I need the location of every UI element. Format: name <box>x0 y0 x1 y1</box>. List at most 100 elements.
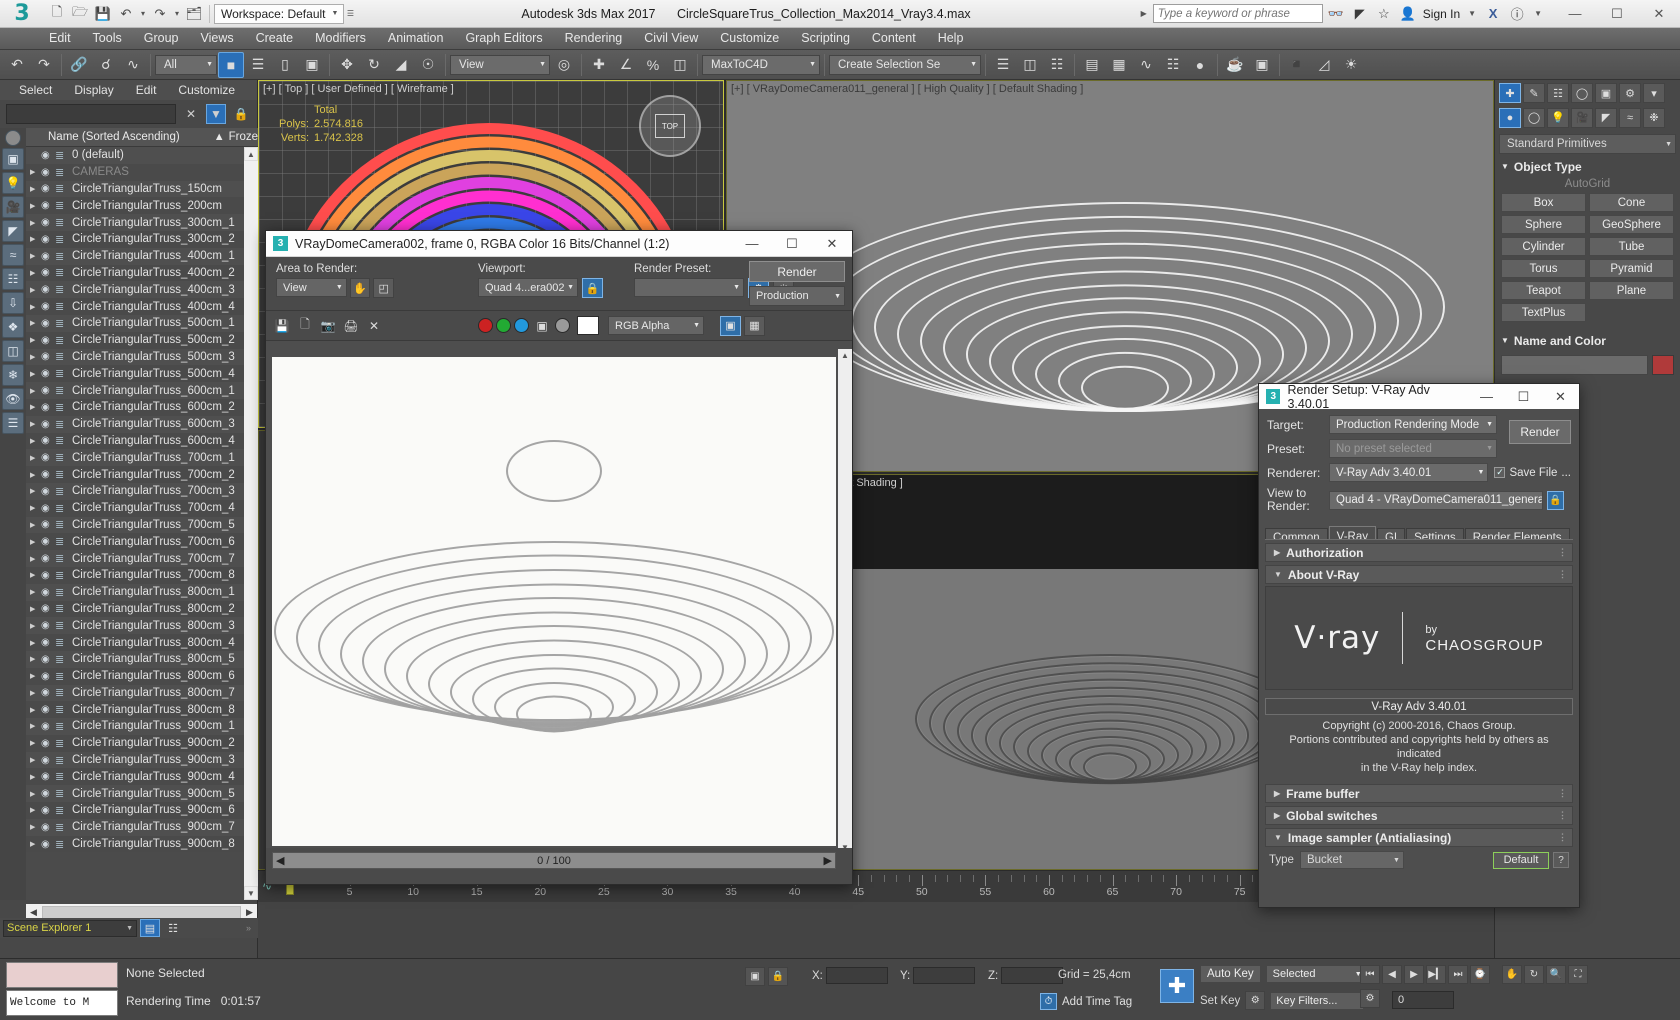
scene-explorer-row[interactable]: ▶ ◉ ≣ CircleTriangularTruss_500cm_3 <box>26 348 258 366</box>
visibility-eye-icon[interactable]: ◉ <box>41 234 55 245</box>
scene-explorer-row[interactable]: ▶ ◉ ≣ CircleTriangularTruss_600cm_3 <box>26 415 258 433</box>
lock-icon[interactable]: 🔒 <box>231 104 251 124</box>
rendered-frame-window[interactable]: 3 VRayDomeCamera002, frame 0, RGBA Color… <box>265 230 853 885</box>
visibility-eye-icon[interactable]: ◉ <box>41 486 55 497</box>
reference-coordinate-dropdown[interactable]: View ▼ <box>450 54 550 75</box>
undo-icon[interactable]: ↶ <box>115 3 137 25</box>
go-to-end-icon[interactable]: ⏭ <box>1448 965 1468 984</box>
expand-arrow-icon[interactable]: ▶ <box>30 588 41 596</box>
scene-explorer-row[interactable]: ▶ ◉ ≣ CircleTriangularTruss_600cm_1 <box>26 382 258 399</box>
rollout-about-vray[interactable]: ▼ About V-Ray ⋮ <box>1265 565 1573 584</box>
visibility-eye-icon[interactable]: ◉ <box>41 721 55 732</box>
expand-arrow-icon[interactable]: ▶ <box>30 756 41 764</box>
open-file-icon[interactable]: 🗁 <box>69 3 91 25</box>
visibility-eye-icon[interactable]: ◉ <box>41 519 55 530</box>
scene-explorer-vscrollbar[interactable]: ▲ ▼ <box>244 147 258 900</box>
menu-item-views[interactable]: Views <box>189 28 244 49</box>
visibility-eye-icon[interactable]: ◉ <box>41 435 55 446</box>
scene-explorer-row[interactable]: ▶ ◉ ≣ CircleTriangularTruss_800cm_1 <box>26 583 258 601</box>
visibility-eye-icon[interactable]: ◉ <box>41 738 55 749</box>
visibility-eye-icon[interactable]: ◉ <box>41 687 55 698</box>
scene-explorer-row[interactable]: ▶ ◉ ≣ CircleTriangularTruss_700cm_5 <box>26 516 258 534</box>
visibility-eye-icon[interactable]: ◉ <box>41 267 55 278</box>
blue-channel-icon[interactable] <box>514 318 529 333</box>
unlink-selection-icon[interactable]: ☌ <box>93 52 119 78</box>
visibility-eye-icon[interactable]: ◉ <box>41 167 55 178</box>
visibility-eye-icon[interactable]: ◉ <box>41 654 55 665</box>
scene-explorer-row[interactable]: ▶ ◉ ≣ CircleTriangularTruss_900cm_4 <box>26 768 258 786</box>
expand-arrow-icon[interactable]: ▶ <box>30 437 41 445</box>
chevron-right-icon[interactable]: ▶ <box>1137 9 1151 18</box>
visibility-eye-icon[interactable]: ◉ <box>41 335 55 346</box>
key-filters-button[interactable]: Key Filters... <box>1270 991 1365 1010</box>
vfb-toggle-icon[interactable]: ▣ <box>720 315 741 336</box>
menu-item-tools[interactable]: Tools <box>82 28 133 49</box>
selection-lock-icon[interactable]: 🔒 <box>768 967 788 986</box>
area-to-render-dropdown[interactable]: View ▼ <box>276 278 347 297</box>
expand-arrow-icon[interactable]: ▶ <box>30 555 41 563</box>
undo-button[interactable]: ↶ <box>4 52 30 78</box>
scene-explorer-row[interactable]: ▶ ◉ ≣ CircleTriangularTruss_600cm_2 <box>26 398 258 416</box>
create-textplus-button[interactable]: TextPlus <box>1501 303 1586 322</box>
previous-frame-icon[interactable]: ◀ <box>1382 965 1402 984</box>
rfw-vscrollbar[interactable]: ▲ ▼ <box>838 349 852 854</box>
expand-arrow-icon[interactable]: ▶ <box>30 823 41 831</box>
scene-explorer-row[interactable]: ▶ ◉ ≣ CircleTriangularTruss_900cm_6 <box>26 802 258 819</box>
pan-view-icon[interactable]: ✋ <box>1502 965 1522 984</box>
visibility-eye-icon[interactable]: ◉ <box>41 620 55 631</box>
compass-icon[interactable]: ◤ <box>1349 3 1371 25</box>
qat-overflow-icon[interactable]: ☰ <box>345 3 355 25</box>
menu-item-group[interactable]: Group <box>133 28 190 49</box>
alpha-channel-icon[interactable]: ▣ <box>532 316 552 336</box>
se-menu-customize[interactable]: Customize <box>167 83 246 97</box>
sign-in-button[interactable]: Sign In <box>1421 7 1462 21</box>
select-and-move-icon[interactable]: ✥ <box>334 52 360 78</box>
scene-explorer-search-input[interactable] <box>6 104 176 124</box>
scene-explorer-row[interactable]: ▶ ◉ ≣ CircleTriangularTruss_700cm_7 <box>26 550 258 567</box>
expand-arrow-icon[interactable]: ▶ <box>30 454 41 462</box>
rfw-frame-slider[interactable]: ◀ 0 / 100 ▶ <box>272 852 836 869</box>
lock-viewport-icon[interactable]: 🔒 <box>582 278 603 298</box>
pan-hand-icon[interactable]: ✋ <box>349 278 371 298</box>
create-sphere-button[interactable]: Sphere <box>1501 215 1586 234</box>
green-channel-icon[interactable] <box>496 318 511 333</box>
named-selection-sets-dropdown[interactable]: MaxToC4D ▼ <box>702 54 820 75</box>
orbit-view-icon[interactable]: ↻ <box>1524 965 1544 984</box>
render-setup-render-button[interactable]: Render <box>1509 420 1571 444</box>
visibility-eye-icon[interactable]: ◉ <box>41 755 55 766</box>
se-menu-edit[interactable]: Edit <box>125 83 168 97</box>
view-cube-face[interactable]: TOP <box>655 114 685 138</box>
view-cube[interactable]: TOP <box>639 95 701 157</box>
key-mode-toggle-icon[interactable]: ⌚ <box>1470 965 1490 984</box>
display-lights-icon[interactable]: 💡 <box>2 172 24 194</box>
channel-dropdown[interactable]: RGB Alpha ▼ <box>608 316 704 335</box>
expand-arrow-icon[interactable]: ▶ <box>30 219 41 227</box>
expand-arrow-icon[interactable]: ▶ <box>30 571 41 579</box>
scene-explorer-row[interactable]: ▶ ◉ ≣ CircleTriangularTruss_500cm_2 <box>26 331 258 349</box>
rectangular-selection-region-icon[interactable]: ▯ <box>272 52 298 78</box>
visibility-eye-icon[interactable]: ◉ <box>41 217 55 228</box>
expand-arrow-icon[interactable]: ▶ <box>30 235 41 243</box>
object-type-rollout-header[interactable]: ▼ Object Type <box>1495 158 1680 175</box>
snap-toggle-icon[interactable]: ✚ <box>586 52 612 78</box>
visibility-eye-icon[interactable]: ◉ <box>41 637 55 648</box>
maxscript-listener[interactable]: Welcome to M <box>6 990 118 1016</box>
expand-arrow-icon[interactable]: ▶ <box>30 605 41 613</box>
expand-arrow-icon[interactable]: ▶ <box>30 269 41 277</box>
save-image-icon[interactable]: 💾 <box>272 316 292 336</box>
expand-arrow-icon[interactable]: ▶ <box>30 403 41 411</box>
scene-explorer-column-header[interactable]: Name (Sorted Ascending) ▲ Froze <box>26 128 258 147</box>
select-object-icon[interactable]: ■ <box>218 51 244 78</box>
scene-explorer-row[interactable]: ▶ ◉ ≣ CAMERAS <box>26 163 258 181</box>
redo-icon[interactable]: ↷ <box>149 3 171 25</box>
scene-explorer-row[interactable]: ▶ ◉ ≣ CircleTriangularTruss_800cm_4 <box>26 634 258 651</box>
close-icon[interactable]: ✕ <box>1542 385 1579 409</box>
scroll-down-icon[interactable]: ▼ <box>244 886 258 900</box>
render-setup-icon[interactable]: ☕ <box>1222 52 1248 78</box>
hscroll-thumb[interactable] <box>42 905 241 919</box>
name-and-color-rollout-header[interactable]: ▼ Name and Color <box>1495 332 1680 349</box>
frame-next-icon[interactable]: ▶ <box>824 854 832 867</box>
expand-arrow-icon[interactable]: ▶ <box>30 370 41 378</box>
spacewarps-subtab[interactable]: ≈ <box>1619 107 1641 128</box>
visibility-eye-icon[interactable]: ◉ <box>41 301 55 312</box>
